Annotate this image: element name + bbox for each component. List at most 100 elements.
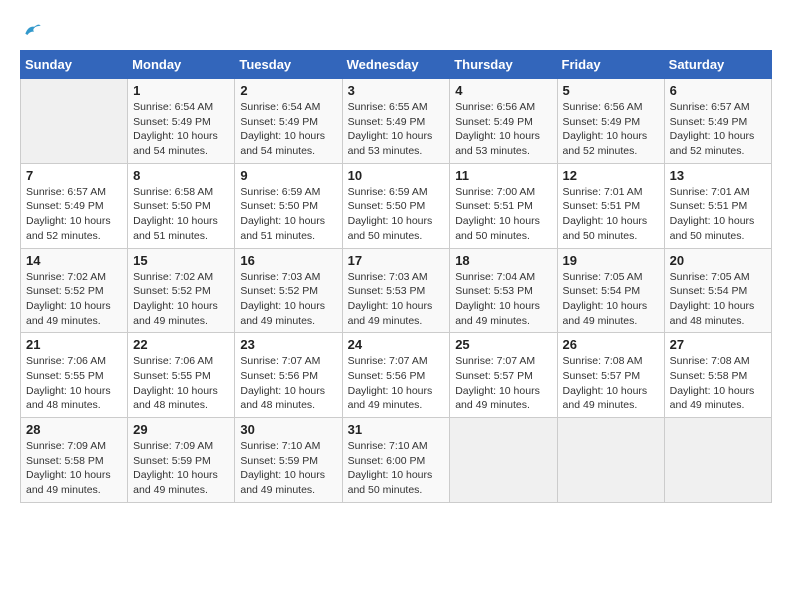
calendar-cell: 29Sunrise: 7:09 AMSunset: 5:59 PMDayligh…	[128, 418, 235, 503]
calendar-cell: 7 Sunrise: 6:57 AMSunset: 5:49 PMDaylight…	[21, 163, 128, 248]
day-number: 4	[455, 83, 551, 98]
calendar-cell: 24 Sunrise: 7:07 AMSunset: 5:56 PMDayligh…	[342, 333, 450, 418]
days-of-week-row: SundayMondayTuesdayWednesdayThursdayFrid…	[21, 51, 772, 79]
calendar-cell: 25 Sunrise: 7:07 AMSunset: 5:57 PMDayligh…	[450, 333, 557, 418]
day-info: Sunrise: 6:58 AMSunset: 5:50 PMDaylight:…	[133, 185, 229, 244]
calendar-cell: 28Sunrise: 7:09 AMSunset: 5:58 PMDayligh…	[21, 418, 128, 503]
day-info: Sunrise: 7:01 AMSunset: 5:51 PMDaylight:…	[563, 185, 659, 244]
day-number: 12	[563, 168, 659, 183]
day-of-week-header: Thursday	[450, 51, 557, 79]
day-info: Sunrise: 7:08 AMSunset: 5:57 PMDaylight:…	[563, 354, 659, 413]
day-info: Sunrise: 7:01 AMSunset: 5:51 PMDaylight:…	[670, 185, 766, 244]
calendar-cell: 15 Sunrise: 7:02 AMSunset: 5:52 PMDayligh…	[128, 248, 235, 333]
calendar-header: SundayMondayTuesdayWednesdayThursdayFrid…	[21, 51, 772, 79]
day-number: 24	[348, 337, 445, 352]
day-info: Sunrise: 6:56 AMSunset: 5:49 PMDaylight:…	[563, 100, 659, 159]
page-header	[20, 20, 772, 40]
day-info: Sunrise: 7:07 AMSunset: 5:56 PMDaylight:…	[240, 354, 336, 413]
calendar-cell: 6 Sunrise: 6:57 AMSunset: 5:49 PMDaylight…	[664, 79, 771, 164]
calendar-cell: 22 Sunrise: 7:06 AMSunset: 5:55 PMDayligh…	[128, 333, 235, 418]
day-number: 17	[348, 253, 445, 268]
day-number: 5	[563, 83, 659, 98]
calendar-body: 1 Sunrise: 6:54 AMSunset: 5:49 PMDaylight…	[21, 79, 772, 503]
day-info: Sunrise: 7:05 AMSunset: 5:54 PMDaylight:…	[563, 270, 659, 329]
day-number: 19	[563, 253, 659, 268]
day-info: Sunrise: 7:02 AMSunset: 5:52 PMDaylight:…	[133, 270, 229, 329]
calendar-cell: 21 Sunrise: 7:06 AMSunset: 5:55 PMDayligh…	[21, 333, 128, 418]
day-of-week-header: Saturday	[664, 51, 771, 79]
calendar-cell: 16 Sunrise: 7:03 AMSunset: 5:52 PMDayligh…	[235, 248, 342, 333]
day-info: Sunrise: 6:59 AMSunset: 5:50 PMDaylight:…	[348, 185, 445, 244]
day-number: 9	[240, 168, 336, 183]
day-number: 29	[133, 422, 229, 437]
day-number: 8	[133, 168, 229, 183]
day-info: Sunrise: 7:07 AMSunset: 5:56 PMDaylight:…	[348, 354, 445, 413]
calendar-cell	[21, 79, 128, 164]
day-info: Sunrise: 7:09 AMSunset: 5:58 PMDaylight:…	[26, 439, 122, 498]
calendar-week-row: 14 Sunrise: 7:02 AMSunset: 5:52 PMDayligh…	[21, 248, 772, 333]
day-number: 31	[348, 422, 445, 437]
day-info: Sunrise: 6:55 AMSunset: 5:49 PMDaylight:…	[348, 100, 445, 159]
day-number: 1	[133, 83, 229, 98]
day-info: Sunrise: 6:54 AMSunset: 5:49 PMDaylight:…	[240, 100, 336, 159]
calendar-cell: 8 Sunrise: 6:58 AMSunset: 5:50 PMDaylight…	[128, 163, 235, 248]
calendar-week-row: 7 Sunrise: 6:57 AMSunset: 5:49 PMDaylight…	[21, 163, 772, 248]
day-number: 20	[670, 253, 766, 268]
day-of-week-header: Sunday	[21, 51, 128, 79]
day-of-week-header: Friday	[557, 51, 664, 79]
calendar-cell: 23 Sunrise: 7:07 AMSunset: 5:56 PMDayligh…	[235, 333, 342, 418]
day-info: Sunrise: 7:03 AMSunset: 5:53 PMDaylight:…	[348, 270, 445, 329]
day-number: 22	[133, 337, 229, 352]
day-info: Sunrise: 7:00 AMSunset: 5:51 PMDaylight:…	[455, 185, 551, 244]
calendar-cell	[557, 418, 664, 503]
calendar-week-row: 28Sunrise: 7:09 AMSunset: 5:58 PMDayligh…	[21, 418, 772, 503]
day-info: Sunrise: 7:03 AMSunset: 5:52 PMDaylight:…	[240, 270, 336, 329]
calendar-cell: 14Sunrise: 7:02 AMSunset: 5:52 PMDayligh…	[21, 248, 128, 333]
day-number: 6	[670, 83, 766, 98]
day-info: Sunrise: 7:10 AMSunset: 5:59 PMDaylight:…	[240, 439, 336, 498]
day-number: 23	[240, 337, 336, 352]
calendar-cell: 5 Sunrise: 6:56 AMSunset: 5:49 PMDaylight…	[557, 79, 664, 164]
day-number: 26	[563, 337, 659, 352]
calendar-cell	[450, 418, 557, 503]
day-number: 7	[26, 168, 122, 183]
day-of-week-header: Wednesday	[342, 51, 450, 79]
day-number: 16	[240, 253, 336, 268]
calendar-cell: 10Sunrise: 6:59 AMSunset: 5:50 PMDayligh…	[342, 163, 450, 248]
calendar-cell: 1Sunrise: 6:54 AMSunset: 5:49 PMDaylight…	[128, 79, 235, 164]
calendar-cell: 13Sunrise: 7:01 AMSunset: 5:51 PMDayligh…	[664, 163, 771, 248]
calendar-cell: 20 Sunrise: 7:05 AMSunset: 5:54 PMDayligh…	[664, 248, 771, 333]
calendar-cell: 17 Sunrise: 7:03 AMSunset: 5:53 PMDayligh…	[342, 248, 450, 333]
day-info: Sunrise: 7:06 AMSunset: 5:55 PMDaylight:…	[133, 354, 229, 413]
day-info: Sunrise: 7:08 AMSunset: 5:58 PMDaylight:…	[670, 354, 766, 413]
day-info: Sunrise: 6:57 AMSunset: 5:49 PMDaylight:…	[670, 100, 766, 159]
calendar-cell: 9 Sunrise: 6:59 AMSunset: 5:50 PMDaylight…	[235, 163, 342, 248]
day-info: Sunrise: 7:07 AMSunset: 5:57 PMDaylight:…	[455, 354, 551, 413]
day-info: Sunrise: 6:59 AMSunset: 5:50 PMDaylight:…	[240, 185, 336, 244]
day-of-week-header: Monday	[128, 51, 235, 79]
calendar-cell	[664, 418, 771, 503]
calendar-cell: 4Sunrise: 6:56 AMSunset: 5:49 PMDaylight…	[450, 79, 557, 164]
day-number: 27	[670, 337, 766, 352]
day-info: Sunrise: 7:06 AMSunset: 5:55 PMDaylight:…	[26, 354, 122, 413]
calendar-table: SundayMondayTuesdayWednesdayThursdayFrid…	[20, 50, 772, 503]
calendar-cell: 30Sunrise: 7:10 AMSunset: 5:59 PMDayligh…	[235, 418, 342, 503]
day-number: 11	[455, 168, 551, 183]
logo-bird-icon	[22, 20, 42, 40]
day-info: Sunrise: 7:10 AMSunset: 6:00 PMDaylight:…	[348, 439, 445, 498]
calendar-cell: 31 Sunrise: 7:10 AMSunset: 6:00 PMDayligh…	[342, 418, 450, 503]
calendar-cell: 26 Sunrise: 7:08 AMSunset: 5:57 PMDayligh…	[557, 333, 664, 418]
day-info: Sunrise: 7:05 AMSunset: 5:54 PMDaylight:…	[670, 270, 766, 329]
calendar-cell: 11 Sunrise: 7:00 AMSunset: 5:51 PMDayligh…	[450, 163, 557, 248]
day-number: 25	[455, 337, 551, 352]
calendar-cell: 2 Sunrise: 6:54 AMSunset: 5:49 PMDaylight…	[235, 79, 342, 164]
calendar-cell: 19 Sunrise: 7:05 AMSunset: 5:54 PMDayligh…	[557, 248, 664, 333]
calendar-cell: 18Sunrise: 7:04 AMSunset: 5:53 PMDayligh…	[450, 248, 557, 333]
day-number: 15	[133, 253, 229, 268]
day-number: 2	[240, 83, 336, 98]
day-info: Sunrise: 6:57 AMSunset: 5:49 PMDaylight:…	[26, 185, 122, 244]
logo	[20, 20, 42, 40]
day-number: 3	[348, 83, 445, 98]
day-number: 21	[26, 337, 122, 352]
day-number: 14	[26, 253, 122, 268]
